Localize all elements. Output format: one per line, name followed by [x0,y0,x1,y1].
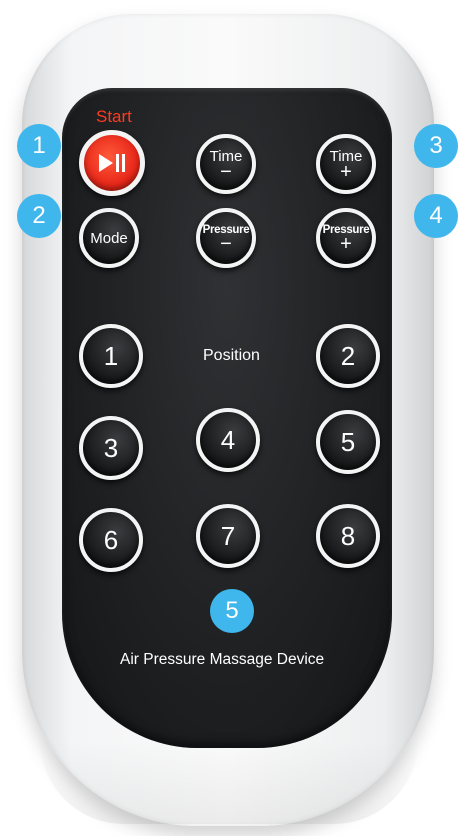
position-8-label: 8 [340,520,356,551]
mode-button[interactable]: Mode [79,208,139,268]
shell-shade [40,740,418,824]
position-4-label: 4 [220,424,236,455]
plus-sign: + [340,233,352,255]
device-label: Air Pressure Massage Device [120,651,325,668]
play-pause-icon [99,154,125,172]
mode-label: Mode [90,229,128,247]
position-3-button[interactable]: 3 [79,416,143,480]
position-1-button[interactable]: 1 [79,324,143,388]
position-label: Position [203,347,260,364]
position-7-label: 7 [220,520,236,551]
position-7-button[interactable]: 7 [196,504,260,568]
position-8-button[interactable]: 8 [316,504,380,568]
callout-badge-1: 1 [17,124,61,168]
pressure-plus-button[interactable]: Pressure + [316,208,376,268]
minus-sign: − [220,233,232,255]
position-5-button[interactable]: 5 [316,410,380,474]
position-6-button[interactable]: 6 [79,508,143,572]
position-6-label: 6 [103,524,119,555]
callout-badge-2: 2 [17,194,61,238]
position-1-label: 1 [103,340,119,371]
minus-sign: − [220,160,232,183]
callout-badge-3: 3 [414,124,458,168]
callout-badge-4: 4 [414,194,458,238]
position-2-label: 2 [340,340,356,371]
start-label: Start [96,107,132,126]
position-5-label: 5 [340,426,356,457]
position-2-button[interactable]: 2 [316,324,380,388]
pressure-minus-button[interactable]: Pressure − [196,208,256,268]
time-plus-button[interactable]: Time + [316,134,376,194]
plus-sign: + [340,160,352,183]
position-3-label: 3 [103,432,119,463]
start-button[interactable] [79,130,145,196]
time-minus-button[interactable]: Time − [196,134,256,194]
position-4-button[interactable]: 4 [196,408,260,472]
callout-badge-5: 5 [210,589,254,633]
